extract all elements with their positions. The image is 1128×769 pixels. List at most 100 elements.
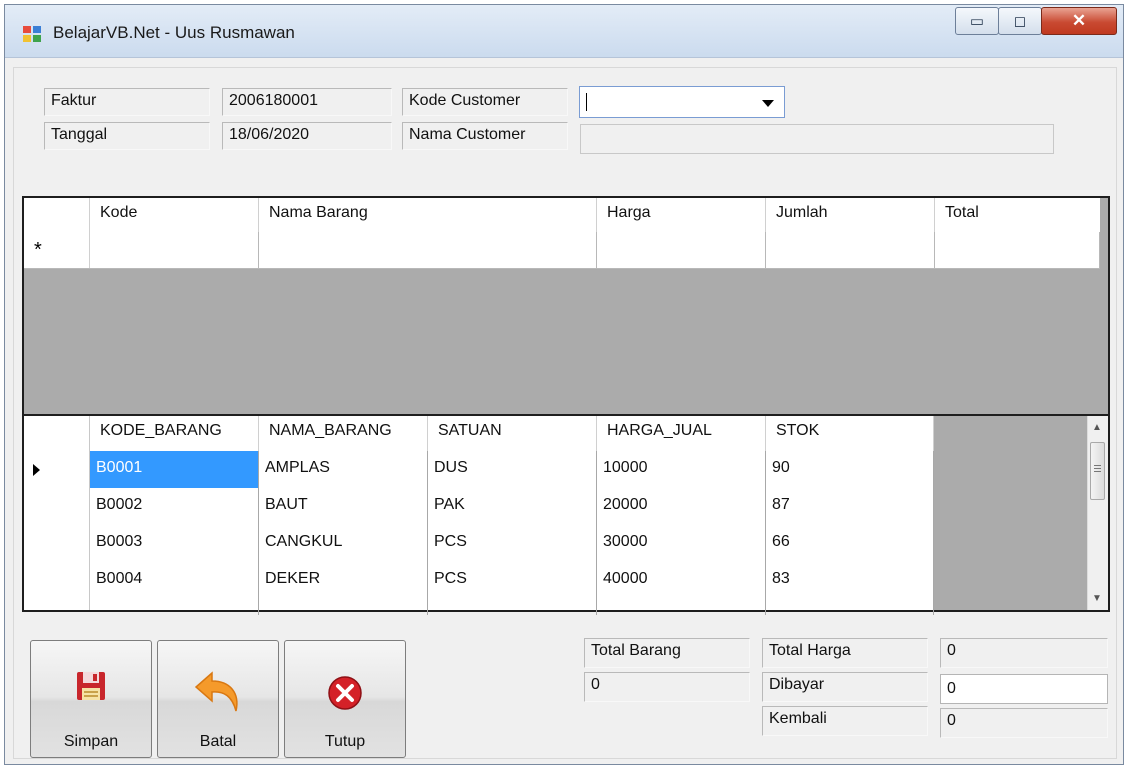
scroll-up-icon[interactable]: ▲ <box>1092 422 1102 433</box>
items-grid-header: KODE_BARANG NAMA_BARANG SATUAN HARGA_JUA… <box>24 416 934 452</box>
table-cell[interactable] <box>428 599 597 615</box>
app-icon <box>23 26 41 42</box>
kode-customer-combo[interactable] <box>579 86 785 118</box>
table-cell[interactable]: 20000 <box>597 488 766 525</box>
table-row[interactable]: B0002 BAUT PAK 20000 87 <box>24 488 934 526</box>
vertical-scrollbar[interactable]: ▲ ▼ <box>1087 416 1108 610</box>
column-header-stok[interactable]: STOK <box>766 416 934 451</box>
table-cell[interactable]: DEKER <box>259 562 428 599</box>
row-header-corner <box>24 416 90 451</box>
table-cell[interactable] <box>766 599 934 615</box>
table-cell[interactable]: B0003 <box>90 525 259 562</box>
row-header-corner <box>24 198 90 232</box>
minimize-icon: ▭ <box>969 13 985 30</box>
batal-button[interactable]: Batal <box>157 640 279 758</box>
column-header-harga-jual[interactable]: HARGA_JUAL <box>597 416 766 451</box>
table-cell[interactable]: B0002 <box>90 488 259 525</box>
table-row[interactable]: B0003 CANGKUL PCS 30000 66 <box>24 525 934 563</box>
cell-jumlah[interactable] <box>766 232 935 268</box>
text-caret <box>586 93 587 111</box>
minimize-button[interactable]: ▭ <box>955 7 999 35</box>
dibayar-input[interactable]: 0 <box>940 674 1108 704</box>
row-header[interactable] <box>24 562 90 599</box>
transaction-grid[interactable]: Kode Nama Barang Harga Jumlah Total * <box>22 196 1110 416</box>
table-cell[interactable]: AMPLAS <box>259 451 428 488</box>
tutup-button-label: Tutup <box>324 733 366 750</box>
table-cell[interactable]: PAK <box>428 488 597 525</box>
column-header-satuan[interactable]: SATUAN <box>428 416 597 451</box>
chevron-down-icon[interactable] <box>762 100 774 107</box>
table-cell[interactable]: DUS <box>428 451 597 488</box>
title-bar[interactable]: BelajarVB.Net - Uus Rusmawan ▭ ◻ ✕ <box>5 5 1123 58</box>
kode-customer-label: Kode Customer <box>402 88 568 116</box>
column-header-nama-barang[interactable]: NAMA_BARANG <box>259 416 428 451</box>
close-circle-icon <box>285 675 405 723</box>
total-barang-value: 0 <box>584 672 750 702</box>
column-header-nama-barang[interactable]: Nama Barang <box>259 198 597 232</box>
table-cell[interactable] <box>90 599 259 615</box>
window-title: BelajarVB.Net - Uus Rusmawan <box>53 23 295 42</box>
nama-customer-field <box>580 124 1054 154</box>
table-row[interactable]: B0004 DEKER PCS 40000 83 <box>24 562 934 600</box>
maximize-button[interactable]: ◻ <box>998 7 1042 35</box>
table-cell[interactable]: PCS <box>428 525 597 562</box>
table-cell[interactable]: BAUT <box>259 488 428 525</box>
table-cell[interactable] <box>597 599 766 615</box>
maximize-icon: ◻ <box>1013 13 1027 30</box>
table-cell[interactable]: 90 <box>766 451 934 488</box>
faktur-label: Faktur <box>44 88 210 116</box>
column-header-jumlah[interactable]: Jumlah <box>766 198 935 232</box>
table-cell[interactable]: 30000 <box>597 525 766 562</box>
column-header-kode[interactable]: Kode <box>90 198 259 232</box>
new-row[interactable]: * <box>24 232 1100 269</box>
undo-icon <box>158 669 278 717</box>
tutup-button[interactable]: Tutup <box>284 640 406 758</box>
tanggal-label: Tanggal <box>44 122 210 150</box>
table-cell[interactable]: 87 <box>766 488 934 525</box>
table-cell[interactable]: 66 <box>766 525 934 562</box>
table-cell[interactable]: 40000 <box>597 562 766 599</box>
table-cell[interactable] <box>259 599 428 615</box>
app-window: BelajarVB.Net - Uus Rusmawan ▭ ◻ ✕ Faktu… <box>4 4 1124 765</box>
kembali-value: 0 <box>940 708 1108 738</box>
new-row-header: * <box>24 232 90 268</box>
nama-customer-label: Nama Customer <box>402 122 568 150</box>
form-client-area: Faktur 2006180001 Kode Customer Tanggal … <box>13 67 1117 759</box>
row-header[interactable] <box>24 488 90 525</box>
table-cell[interactable]: 83 <box>766 562 934 599</box>
table-cell[interactable]: CANGKUL <box>259 525 428 562</box>
table-row[interactable]: B0001 AMPLAS DUS 10000 90 <box>24 451 934 489</box>
close-button[interactable]: ✕ <box>1041 7 1117 35</box>
total-harga-label: Total Harga <box>762 638 928 668</box>
column-header-kode-barang[interactable]: KODE_BARANG <box>90 416 259 451</box>
items-grid[interactable]: KODE_BARANG NAMA_BARANG SATUAN HARGA_JUA… <box>22 416 1110 615</box>
total-barang-label: Total Barang <box>584 638 750 668</box>
current-row-icon <box>33 464 40 476</box>
faktur-value: 2006180001 <box>222 88 392 116</box>
scroll-down-icon[interactable]: ▼ <box>1092 593 1102 604</box>
scroll-thumb[interactable] <box>1090 442 1105 500</box>
column-header-harga[interactable]: Harga <box>597 198 766 232</box>
batal-button-label: Batal <box>199 733 237 750</box>
column-header-total[interactable]: Total <box>935 198 1100 232</box>
table-row-partial[interactable] <box>24 599 934 615</box>
table-cell[interactable]: B0004 <box>90 562 259 599</box>
table-cell[interactable]: PCS <box>428 562 597 599</box>
cell-harga[interactable] <box>597 232 766 268</box>
simpan-button-label: Simpan <box>63 733 119 750</box>
row-header[interactable] <box>24 599 90 610</box>
row-header[interactable] <box>24 525 90 562</box>
grip-icon <box>1094 465 1101 466</box>
cell-kode[interactable] <box>90 232 259 268</box>
row-header[interactable] <box>24 451 90 488</box>
table-cell[interactable]: B0001 <box>90 451 259 488</box>
new-row-icon: * <box>34 239 42 261</box>
cell-total[interactable] <box>935 232 1100 268</box>
total-harga-value: 0 <box>940 638 1108 668</box>
table-cell[interactable]: 10000 <box>597 451 766 488</box>
tanggal-value: 18/06/2020 <box>222 122 392 150</box>
cell-nama-barang[interactable] <box>259 232 597 268</box>
save-icon <box>31 669 151 717</box>
dibayar-label: Dibayar <box>762 672 928 702</box>
simpan-button[interactable]: Simpan <box>30 640 152 758</box>
